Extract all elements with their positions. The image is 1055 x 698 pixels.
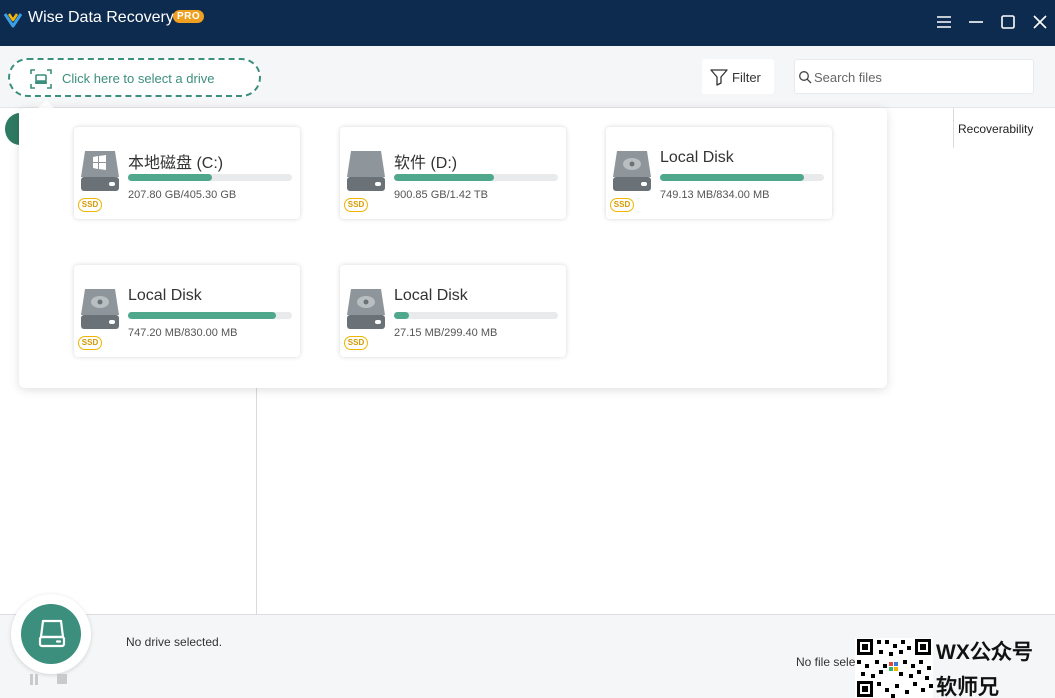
filter-icon (710, 69, 728, 86)
drive-name: Local Disk (660, 149, 734, 166)
search-box (794, 59, 1034, 94)
drive-usage-fill (660, 174, 805, 181)
drive-usage-fill (394, 312, 409, 319)
drive-usage-text: 900.85 GB/1.42 TB (394, 189, 488, 201)
watermark-line-2: 软师兄 (936, 676, 999, 698)
qr-code-watermark (855, 638, 933, 698)
drive-card-c[interactable]: SSD 本地磁盘 (C:) 207.80 GB/405.30 GB (74, 127, 300, 219)
ssd-badge: SSD (344, 336, 368, 350)
drive-list-popup: SSD 本地磁盘 (C:) 207.80 GB/405.30 GB SSD 软件… (19, 108, 887, 388)
toolbar: Click here to select a drive Filter (0, 46, 1055, 108)
pause-icon[interactable] (28, 674, 40, 686)
drive-name: Local Disk (128, 287, 202, 304)
maximize-button[interactable] (998, 12, 1018, 32)
ssd-badge: SSD (610, 198, 634, 212)
hard-drive-icon (347, 151, 385, 191)
drive-name: 本地磁盘 (C:) (128, 155, 224, 172)
ssd-badge: SSD (78, 336, 102, 350)
scan-drive-button[interactable] (11, 594, 91, 674)
hard-drive-icon (347, 289, 385, 329)
status-drive-text: No drive selected. (126, 635, 223, 649)
drive-usage-bar (128, 174, 292, 181)
filter-button[interactable]: Filter (702, 59, 774, 94)
status-file-text: No file sele (796, 655, 856, 669)
drive-usage-text: 27.15 MB/299.40 MB (394, 327, 498, 339)
drive-usage-bar (394, 312, 558, 319)
drive-name: Local Disk (394, 287, 468, 304)
windows-drive-icon (81, 151, 119, 191)
minimize-icon (969, 21, 983, 23)
search-icon (799, 71, 812, 84)
menu-button[interactable] (934, 12, 954, 32)
watermark-line-1: WX公众号 (936, 641, 1033, 664)
drive-usage-fill (128, 312, 276, 319)
filter-label: Filter (732, 70, 761, 85)
column-header-recoverability[interactable]: Recoverability (953, 108, 1055, 148)
drive-usage-bar (660, 174, 824, 181)
app-title: Wise Data Recovery (28, 9, 174, 26)
drive-card-local-2[interactable]: SSD Local Disk 747.20 MB/830.00 MB (74, 265, 300, 357)
drive-usage-text: 749.13 MB/834.00 MB (660, 189, 770, 201)
minimize-button[interactable] (966, 12, 986, 32)
stop-icon[interactable] (57, 674, 69, 686)
drive-select-button[interactable]: Click here to select a drive (8, 58, 261, 97)
close-icon (1033, 15, 1047, 29)
title-bar: Wise Data Recovery PRO (0, 0, 1055, 46)
drive-name: 软件 (D:) (394, 155, 458, 172)
column-header-label: Recoverability (958, 122, 1034, 136)
drive-card-local-3[interactable]: SSD Local Disk 27.15 MB/299.40 MB (340, 265, 566, 357)
drive-scan-icon (30, 69, 52, 89)
ssd-badge: SSD (78, 198, 102, 212)
hard-drive-icon (81, 289, 119, 329)
drive-usage-fill (394, 174, 495, 181)
close-button[interactable] (1030, 12, 1050, 32)
app-logo-icon (3, 13, 23, 28)
drive-card-d[interactable]: SSD 软件 (D:) 900.85 GB/1.42 TB (340, 127, 566, 219)
drive-icon (38, 619, 66, 648)
drive-usage-text: 747.20 MB/830.00 MB (128, 327, 238, 339)
popup-caret (38, 100, 54, 108)
hard-drive-icon (613, 151, 651, 191)
search-input[interactable] (814, 68, 1026, 86)
drive-usage-bar (394, 174, 558, 181)
drive-usage-text: 207.80 GB/405.30 GB (128, 189, 237, 201)
drive-select-label: Click here to select a drive (62, 71, 215, 86)
drive-usage-bar (128, 312, 292, 319)
drive-card-local-1[interactable]: SSD Local Disk 749.13 MB/834.00 MB (606, 127, 832, 219)
ssd-badge: SSD (344, 198, 368, 212)
maximize-icon (1001, 15, 1015, 29)
drive-usage-fill (128, 174, 212, 181)
pro-badge: PRO (173, 10, 205, 23)
menu-icon (937, 16, 951, 28)
